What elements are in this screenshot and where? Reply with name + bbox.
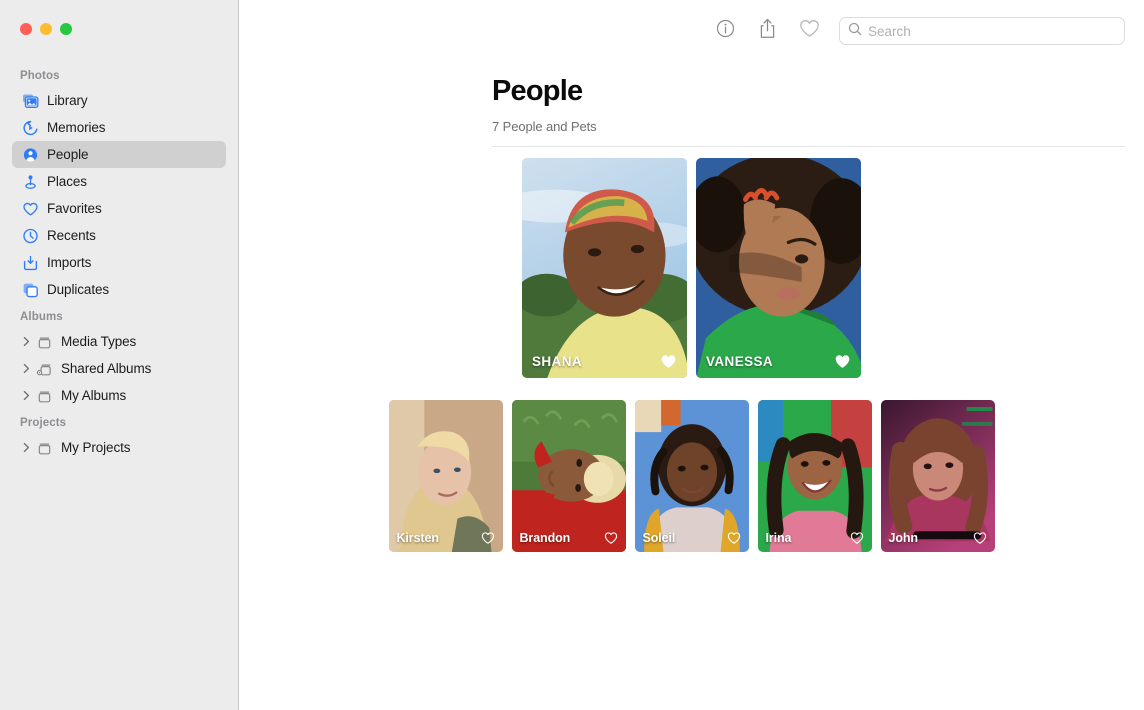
minimize-button[interactable] [40,23,52,35]
main-content: People 7 People and Pets SHANA VANESSA Ki… [239,0,1144,710]
heart-outline-icon[interactable] [726,531,742,545]
shared-album-icon [34,360,54,378]
sidebar-item-library[interactable]: Library [12,87,226,114]
search-icon [848,22,862,41]
search-field[interactable] [839,17,1125,45]
person-tile[interactable]: John [881,400,995,552]
sidebar-item-label: Duplicates [47,282,109,297]
person-name: SHANA [532,354,582,369]
people-icon [20,146,40,164]
sidebar-section-header: Projects [0,409,238,434]
sidebar-item-label: Imports [47,255,91,270]
album-icon [34,439,54,457]
sidebar-item-label: Shared Albums [61,361,151,376]
person-name: Soleil [643,531,676,545]
clock-icon [20,227,40,245]
other-people-row: Kirsten Brandon Soleil Irina John [239,400,1144,552]
heart-outline-icon[interactable] [603,531,619,545]
person-caption: SHANA [522,344,687,378]
search-input[interactable] [868,24,1108,39]
sidebar-item-duplicates[interactable]: Duplicates [12,276,226,303]
person-caption: Brandon [512,524,626,552]
memories-icon [20,119,40,137]
heart-filled-icon[interactable] [833,353,852,370]
person-tile[interactable]: SHANA [522,158,687,378]
sidebar-item-label: Places [47,174,87,189]
sidebar-item-memories[interactable]: Memories [12,114,226,141]
zoom-button[interactable] [60,23,72,35]
sidebar-item-label: Media Types [61,334,136,349]
info-icon [716,19,735,43]
sidebar-item-media-types[interactable]: Media Types [12,328,226,355]
sidebar-item-label: My Projects [61,440,130,455]
favorite-button[interactable] [788,16,830,46]
person-name: Brandon [520,531,571,545]
heart-outline-icon[interactable] [849,531,865,545]
person-name: Kirsten [397,531,439,545]
person-tile[interactable]: Brandon [512,400,626,552]
sidebar-section-header: Photos [0,62,238,87]
sidebar-item-shared-albums[interactable]: Shared Albums [12,355,226,382]
person-tile[interactable]: Soleil [635,400,749,552]
photos-window: Photos Library Memories People Places Favorit… [0,0,1144,710]
sidebar-item-label: People [47,147,88,162]
heart-outline-icon[interactable] [480,531,496,545]
album-icon [34,387,54,405]
sidebar-item-label: Favorites [47,201,102,216]
sidebar-item-label: Memories [47,120,105,135]
share-button[interactable] [746,16,788,46]
chevron-right-icon[interactable] [20,336,32,347]
info-button[interactable] [704,16,746,46]
person-tile[interactable]: Kirsten [389,400,503,552]
heart-filled-icon[interactable] [659,353,678,370]
sidebar-nav: Photos Library Memories People Places Favorit… [0,62,238,461]
person-name: John [889,531,918,545]
import-icon [20,254,40,272]
sidebar-item-label: Library [47,93,88,108]
header-divider [492,146,1125,147]
album-icon [34,333,54,351]
person-caption: VANESSA [696,344,861,378]
window-controls [20,23,72,35]
heart-icon [799,19,820,43]
person-caption: Soleil [635,524,749,552]
sidebar-item-imports[interactable]: Imports [12,249,226,276]
toolbar [239,0,1144,62]
page-header: People 7 People and Pets [239,62,1144,134]
sidebar-item-places[interactable]: Places [12,168,226,195]
heart-outline-icon[interactable] [972,531,988,545]
person-name: Irina [766,531,792,545]
person-tile[interactable]: VANESSA [696,158,861,378]
sidebar-item-people[interactable]: People [12,141,226,168]
share-icon [758,18,777,44]
person-caption: Irina [758,524,872,552]
sidebar: Photos Library Memories People Places Favorit… [0,0,239,710]
featured-people-row: SHANA VANESSA [239,158,1144,378]
page-subtitle: 7 People and Pets [492,119,1144,134]
chevron-right-icon[interactable] [20,442,32,453]
sidebar-item-label: My Albums [61,388,126,403]
sidebar-item-recents[interactable]: Recents [12,222,226,249]
person-name: VANESSA [706,354,773,369]
person-caption: Kirsten [389,524,503,552]
library-icon [20,92,40,110]
person-tile[interactable]: Irina [758,400,872,552]
people-grid: SHANA VANESSA Kirsten Brandon Soleil Irina Jo… [239,158,1144,552]
close-button[interactable] [20,23,32,35]
places-icon [20,173,40,191]
sidebar-section-header: Albums [0,303,238,328]
sidebar-item-my-projects[interactable]: My Projects [12,434,226,461]
sidebar-item-my-albums[interactable]: My Albums [12,382,226,409]
duplicates-icon [20,281,40,299]
person-caption: John [881,524,995,552]
sidebar-item-label: Recents [47,228,96,243]
sidebar-item-favorites[interactable]: Favorites [12,195,226,222]
page-title: People [492,74,1144,108]
chevron-right-icon[interactable] [20,390,32,401]
chevron-right-icon[interactable] [20,363,32,374]
heart-icon [20,200,40,218]
